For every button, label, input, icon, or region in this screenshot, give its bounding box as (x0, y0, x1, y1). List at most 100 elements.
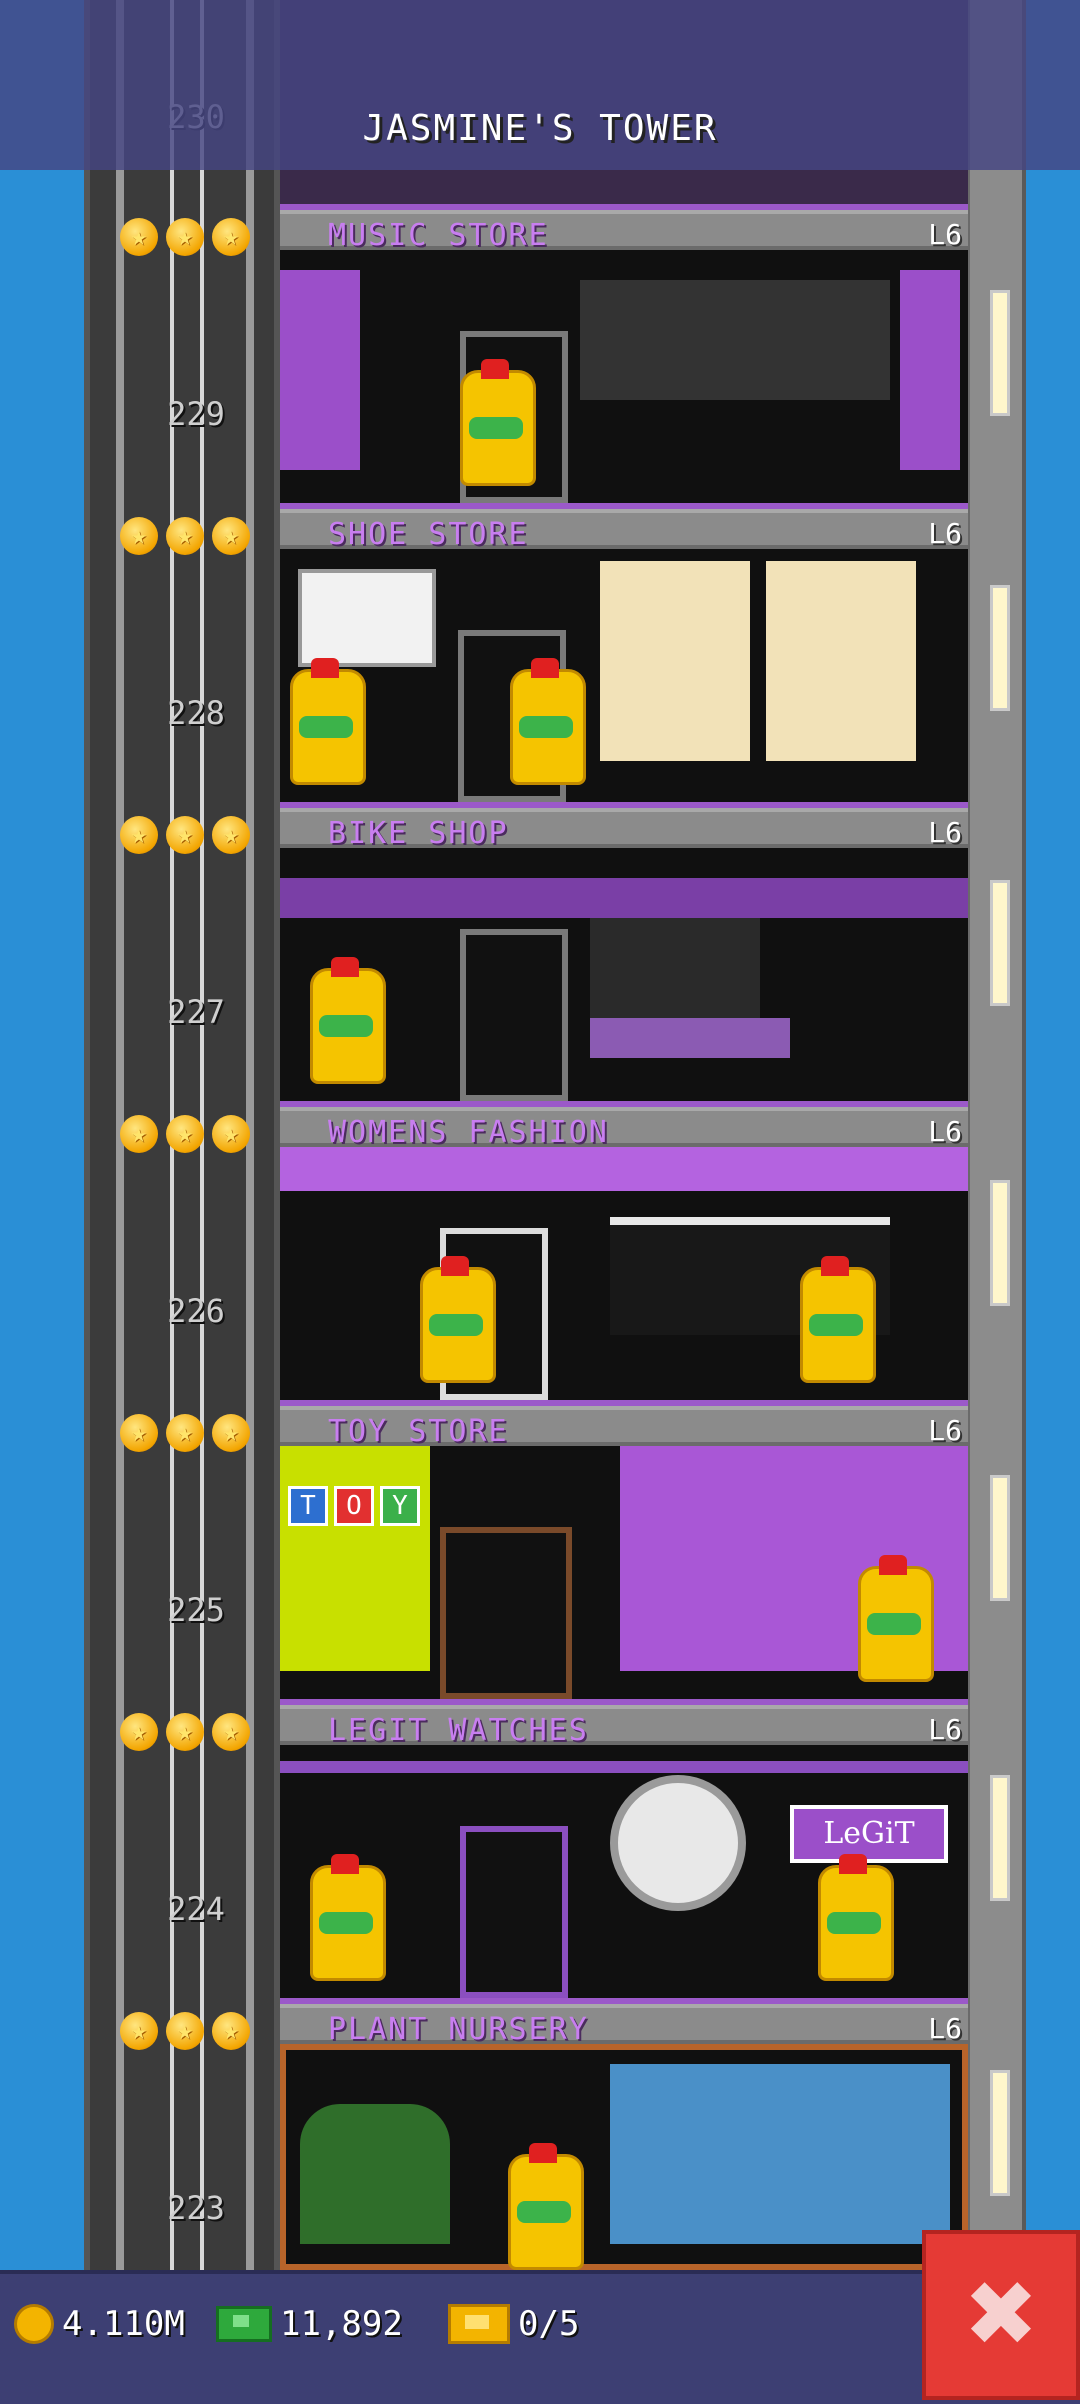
tower-right-wall (966, 0, 1026, 2270)
star-icon (120, 2012, 158, 2050)
close-icon: ✖ (963, 2262, 1039, 2367)
top-bar: JASMINE'S TOWER (0, 0, 1080, 170)
window-light (990, 1180, 1010, 1306)
floor-name: MUSIC STORE (328, 218, 549, 253)
instrument-wall (580, 280, 890, 400)
floor-room (280, 848, 968, 1107)
floor-level: L6 (928, 1713, 962, 1746)
bux-counter: 11,892 (216, 2304, 403, 2344)
coins-counter: 4.110M (14, 2304, 185, 2344)
floor-shoe-store[interactable]: SHOE STORE L6 (280, 509, 968, 808)
bitizen-chicken[interactable] (510, 658, 586, 785)
floor-room: LeGiT (280, 1745, 968, 2004)
close-button[interactable]: ✖ (922, 2230, 1080, 2400)
star-icon (212, 2012, 250, 2050)
star-icon (120, 816, 158, 854)
wall-stripe (280, 878, 968, 918)
star-rating (120, 1115, 250, 1153)
floor-level: L6 (928, 2012, 962, 2045)
star-rating (120, 1414, 250, 1452)
coins-value: 4.110M (62, 2304, 185, 2344)
window-light (990, 585, 1010, 711)
star-rating (120, 218, 250, 256)
star-icon (212, 517, 250, 555)
tickets-value: 0/5 (518, 2304, 580, 2344)
floor-header: LEGIT WATCHES L6 (280, 1705, 968, 1748)
window-light (990, 880, 1010, 1006)
floor-name: BIKE SHOP (328, 816, 509, 851)
door (460, 1826, 568, 1998)
bitizen-chicken[interactable] (290, 658, 366, 785)
bitizen-chicken[interactable] (800, 1256, 876, 1383)
floor-room (280, 250, 968, 509)
coin-icon (14, 2304, 54, 2344)
floor-name: SHOE STORE (328, 517, 529, 552)
floor-plant-nursery[interactable]: PLANT NURSERY L6 (280, 2004, 968, 2270)
window-light (990, 290, 1010, 416)
floor-number: 228 (167, 694, 225, 732)
bitizen-chicken[interactable] (508, 2143, 584, 2270)
floor-bike-shop[interactable]: BIKE SHOP L6 (280, 808, 968, 1107)
bux-icon (216, 2306, 272, 2342)
floor-level: L6 (928, 1115, 962, 1148)
status-bar: 4.110M 11,892 0/5 (0, 2270, 1080, 2404)
star-icon (212, 1115, 250, 1153)
floor-level: L6 (928, 517, 962, 550)
legit-logo: LeGiT (790, 1805, 948, 1863)
star-icon (120, 218, 158, 256)
floor-womens-fashion[interactable]: WOMENS FASHION L6 (280, 1107, 968, 1406)
star-icon (166, 1414, 204, 1452)
floor-name: TOY STORE (328, 1414, 509, 1449)
floor-name: PLANT NURSERY (328, 2012, 589, 2047)
bitizen-chicken[interactable] (420, 1256, 496, 1383)
bitizen-chicken[interactable] (310, 1854, 386, 1981)
floor-music-store[interactable]: MUSIC STORE L6 (280, 210, 968, 509)
floor-room (280, 2044, 968, 2270)
toy-block: O (334, 1486, 374, 1526)
star-icon (120, 1713, 158, 1751)
window-light (990, 2070, 1010, 2196)
star-icon (212, 1713, 250, 1751)
window-light (990, 1775, 1010, 1901)
floor-level: L6 (928, 1414, 962, 1447)
toy-block: T (288, 1486, 328, 1526)
toy-blocks: T O Y (288, 1486, 420, 1526)
star-icon (120, 1115, 158, 1153)
bux-value: 11,892 (280, 2304, 403, 2344)
ticket-icon (448, 2304, 510, 2344)
bitizen-chicken[interactable] (310, 957, 386, 1084)
wall-panel (280, 1446, 430, 1671)
star-rating (120, 2012, 250, 2050)
star-icon (166, 2012, 204, 2050)
star-icon (166, 1115, 204, 1153)
star-icon (166, 218, 204, 256)
door (460, 929, 568, 1101)
floor-room: T O Y (280, 1446, 968, 1705)
shoe-rack (766, 561, 916, 761)
shoe-poster (298, 569, 436, 667)
floor-header: PLANT NURSERY L6 (280, 2004, 968, 2047)
tickets-counter: 0/5 (448, 2304, 579, 2344)
door (440, 1527, 572, 1699)
floor-number: 227 (167, 993, 225, 1031)
shoe-rack (600, 561, 750, 761)
bitizen-chicken[interactable] (858, 1555, 934, 1682)
floor-legit-watches[interactable]: LEGIT WATCHES L6 LeGiT (280, 1705, 968, 2004)
floor-number: 226 (167, 1292, 225, 1330)
star-icon (166, 816, 204, 854)
floor-room (280, 1147, 968, 1406)
floor-header: WOMENS FASHION L6 (280, 1107, 968, 1150)
star-rating (120, 1713, 250, 1751)
floor-toy-store[interactable]: TOY STORE L6 T O Y (280, 1406, 968, 1705)
floor-number: 223 (167, 2189, 225, 2227)
bitizen-chicken[interactable] (460, 359, 536, 486)
star-icon (166, 1713, 204, 1751)
bitizen-chicken[interactable] (818, 1854, 894, 1981)
floor-header: TOY STORE L6 (280, 1406, 968, 1449)
floor-header: BIKE SHOP L6 (280, 808, 968, 851)
star-rating (120, 517, 250, 555)
plant-icon (300, 2104, 450, 2244)
floor-level: L6 (928, 218, 962, 251)
floor-name: WOMENS FASHION (328, 1115, 609, 1150)
greenhouse-window (610, 2064, 950, 2244)
